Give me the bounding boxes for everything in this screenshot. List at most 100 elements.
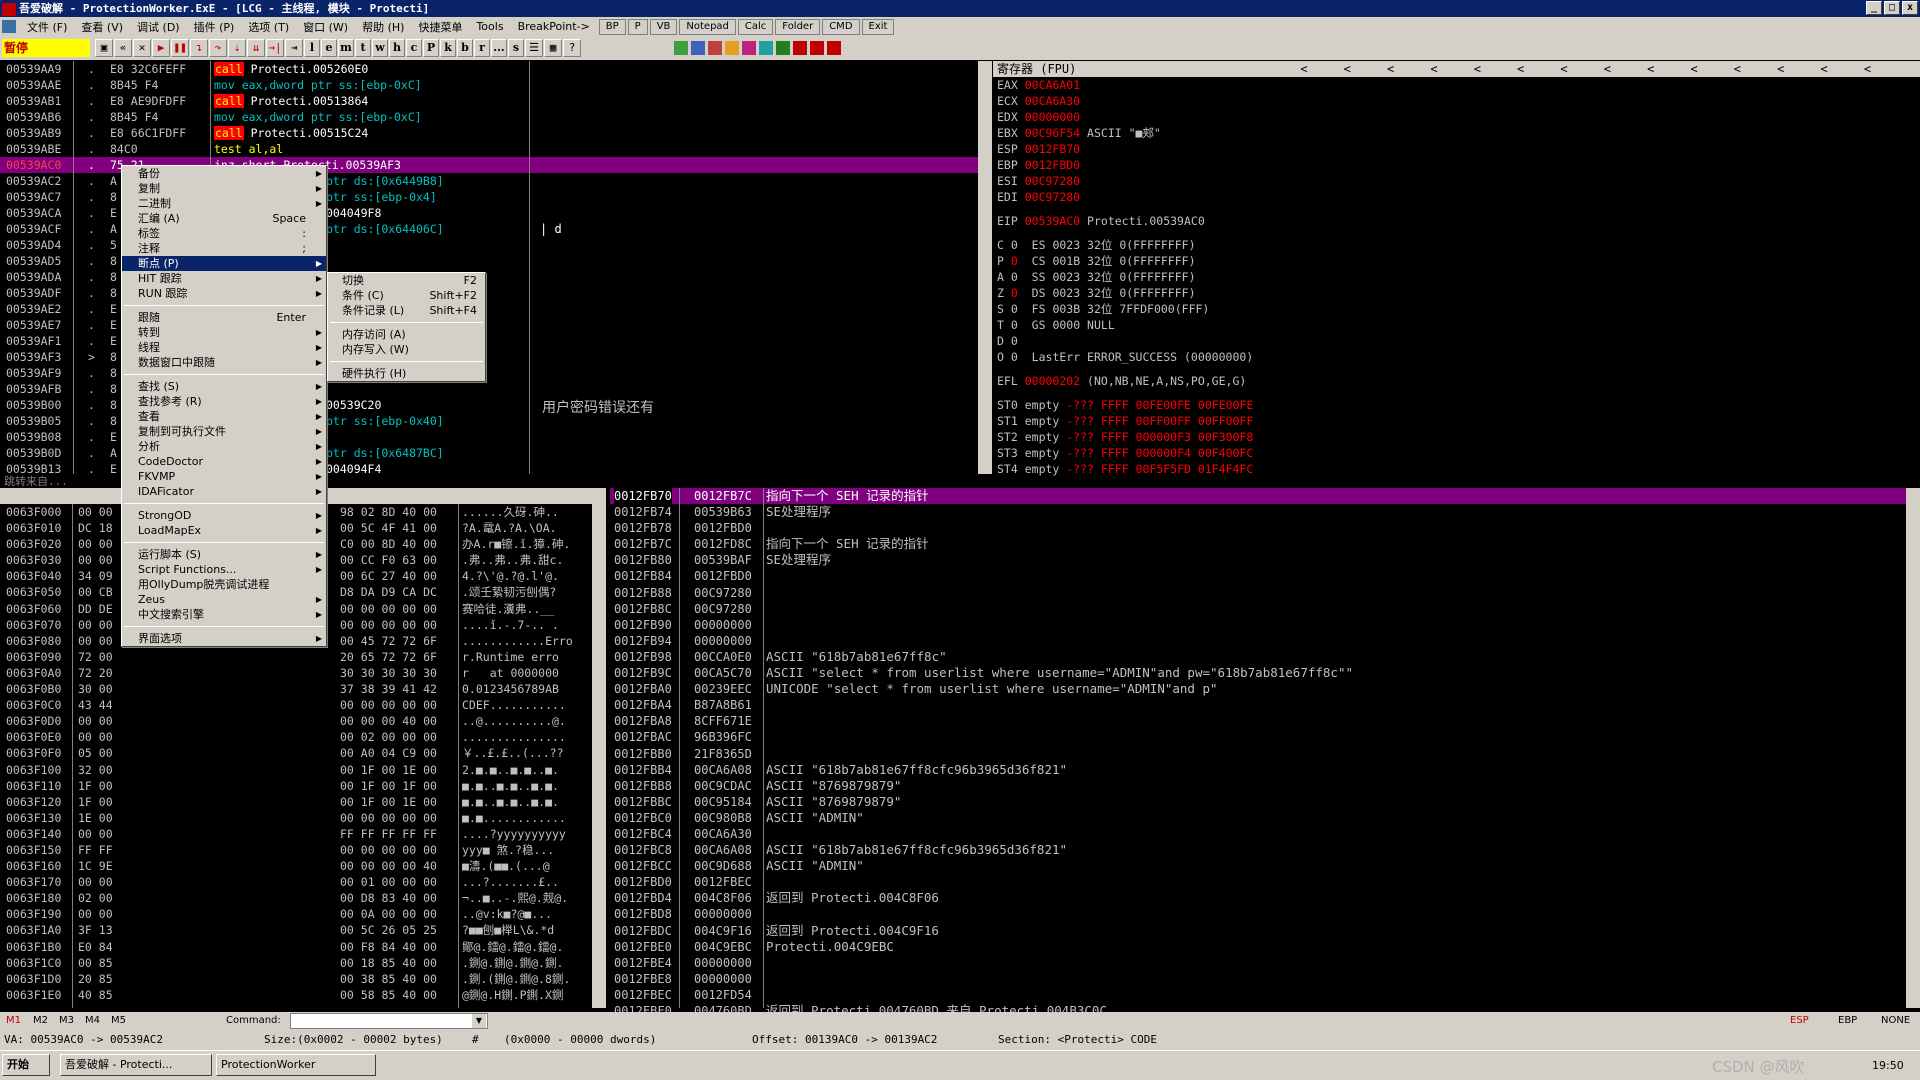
submenu-item[interactable]: 硬件执行 (H) (328, 366, 485, 381)
stack-row[interactable]: 0012FBA0 00239EEC UNICODE "select * from u… (610, 681, 1920, 697)
submenu-item[interactable]: 内存写入 (W) (328, 342, 485, 357)
stack-scrollbar[interactable] (1906, 488, 1920, 1008)
plugin-icon-8[interactable] (793, 41, 807, 55)
quick-p-button[interactable]: P (627, 18, 648, 35)
trace-into-icon[interactable]: ⇣ (228, 39, 246, 57)
plugin-icon-4[interactable] (725, 41, 739, 55)
plugin-icon-1[interactable] (674, 41, 688, 55)
task-olly[interactable]: 吾爱破解 - Protecti... (60, 1054, 212, 1076)
pause-icon[interactable]: ❚❚ (171, 39, 189, 57)
dump-row[interactable]: 0063F1C0 00 85 00 18 85 40 00 .鍘@.鍘@.鍘@.鍘. (4, 955, 604, 971)
dump-row[interactable]: 0063F0C0 43 44 00 00 00 00 00 CDEF.........… (4, 697, 604, 713)
stack-row[interactable]: 0012FBB8 00C9CDAC ASCII "8769879879" (610, 778, 1920, 794)
cmd-tab-m5[interactable]: M5 (111, 1015, 126, 1026)
flag-value[interactable]: 0 (1011, 254, 1018, 268)
dump-row[interactable]: 0063F100 32 00 00 1F 00 1E 00 2.■.■..■.■..■… (4, 762, 604, 778)
flag-value[interactable]: 0 (1011, 286, 1018, 300)
grid-icon[interactable]: ▦ (544, 39, 562, 57)
dump-scrollbar[interactable] (592, 488, 606, 1008)
stack-row[interactable]: 0012FB84 0012FBD0 (610, 568, 1920, 584)
quick-exit-button[interactable]: Exit (861, 18, 895, 35)
stack-row[interactable]: 0012FB9C 00CA5C70 ASCII "select * from use… (610, 665, 1920, 681)
dump-row[interactable]: 0063F090 72 00 20 65 72 72 6F r.Runtime err… (4, 649, 604, 665)
dump-row[interactable]: 0063F170 00 00 00 01 00 00 00 ...?.......£.… (4, 874, 604, 890)
stack-row[interactable]: 0012FBBC 00C95184 ASCII "8769879879" (610, 794, 1920, 810)
reg-value[interactable]: 00C97280 (1025, 174, 1080, 188)
toolbar-c-button[interactable]: c (406, 39, 422, 57)
reg-efl-value[interactable]: 00000202 (1025, 374, 1080, 388)
menu-help[interactable]: 帮助 (H) (355, 19, 411, 35)
stack-row[interactable]: 0012FBD0 0012FBEC (610, 874, 1920, 890)
context-menu-item[interactable]: 查找 (S) ▶ (122, 379, 326, 394)
context-menu-item[interactable]: 注释; (122, 241, 326, 256)
dump-row[interactable]: 0063F190 00 00 00 0A 00 00 00 ..@v:k■?@■... (4, 906, 604, 922)
stack-row[interactable]: 0012FB90 00000000 (610, 617, 1920, 633)
close-button[interactable]: x (1902, 1, 1918, 15)
context-menu-item[interactable]: 线程 ▶ (122, 340, 326, 355)
disasm-row[interactable]: 00539AAE. 8B45 F4 mov eax,dword ptr ss:[eb… (0, 77, 978, 93)
context-menu-item[interactable]: 复制 ▶ (122, 181, 326, 196)
toolbar-e-button[interactable]: e (321, 39, 337, 57)
reg-eip-value[interactable]: 00539AC0 (1025, 214, 1080, 228)
menu-breakpoint[interactable]: BreakPoint-> (511, 20, 597, 33)
cmd-tab-m2[interactable]: M2 (33, 1015, 48, 1026)
stack-row[interactable]: 0012FBCC 00C9D688 ASCII "ADMIN" (610, 858, 1920, 874)
stack-row[interactable]: 0012FBE4 00000000 (610, 955, 1920, 971)
dump-row[interactable]: 0063F1E0 40 85 00 58 85 40 00 @鍘@.H鍘.P鍘.X鍘 (4, 987, 604, 1003)
context-menu-item[interactable]: 数据窗口中跟随 ▶ (122, 355, 326, 370)
close-debug-icon[interactable]: ✕ (133, 39, 151, 57)
stack-row[interactable]: 0012FB74 00539B63 SE处理程序 (610, 504, 1920, 520)
context-menu-item[interactable]: 断点 (P) ▶ (122, 256, 326, 271)
stack-row[interactable]: 0012FBE0 004C9EBC Protecti.004C9EBC (610, 939, 1920, 955)
context-menu-item[interactable]: 界面选项 ▶ (122, 631, 326, 646)
context-menu-item[interactable]: Script Functions... ▶ (122, 562, 326, 577)
step-over-icon[interactable]: ↷ (209, 39, 227, 57)
stack-row[interactable]: 0012FB78 0012FBD0 (610, 520, 1920, 536)
context-menu-item[interactable]: 跟随 Enter (122, 310, 326, 325)
stack-row[interactable]: 0012FBAC 96B396FC (610, 729, 1920, 745)
flag-value[interactable]: 0 (1011, 334, 1018, 348)
toolbar-k-button[interactable]: k (440, 39, 456, 57)
submenu-item[interactable]: 内存访问 (A) (328, 327, 485, 342)
dump-row[interactable]: 0063F0A0 72 20 30 30 30 30 30 r at 0000000 (4, 665, 604, 681)
context-menu-item[interactable]: 分析 ▶ (122, 439, 326, 454)
start-button[interactable]: 开始 (2, 1054, 50, 1076)
open-icon[interactable]: ▣ (95, 39, 113, 57)
menu-file[interactable]: 文件 (F) (20, 19, 74, 35)
context-menu-item[interactable]: 标签: (122, 226, 326, 241)
flag-value[interactable]: 0 (1011, 350, 1018, 364)
stack-row[interactable]: 0012FB98 00CCA0E0 ASCII "618b7ab81e67ff8c" (610, 649, 1920, 665)
execute-till-return-icon[interactable]: →| (266, 39, 284, 57)
registers-pane[interactable]: 寄存器 (FPU) < < < < < < < < < < < < < < EA… (993, 61, 1920, 482)
plugin-icon-3[interactable] (708, 41, 722, 55)
quick-cmd-button[interactable]: CMD (822, 18, 860, 35)
cmd-tab-m4[interactable]: M4 (85, 1015, 100, 1026)
context-menu-item[interactable]: 用OllyDump脱壳调试进程 (122, 577, 326, 592)
dump-row[interactable]: 0063F0F0 05 00 00 A0 04 C9 00 ￥..£.£..(...?… (4, 745, 604, 761)
context-menu-item[interactable]: Zeus ▶ (122, 592, 326, 607)
toolbar-p-button[interactable]: P (423, 39, 439, 57)
flag-value[interactable]: 0 (1011, 270, 1018, 284)
menu-plugins[interactable]: 插件 (P) (187, 19, 242, 35)
context-menu-item[interactable]: 转到 ▶ (122, 325, 326, 340)
stack-row[interactable]: 0012FBC8 00CA6A08 ASCII "618b7ab81e67ff8cf… (610, 842, 1920, 858)
minimize-button[interactable]: _ (1866, 1, 1882, 15)
plugin-icon-2[interactable] (691, 41, 705, 55)
cmd-esp[interactable]: ESP (1790, 1015, 1809, 1026)
command-input[interactable] (290, 1013, 488, 1029)
stack-row[interactable]: 0012FB94 00000000 (610, 633, 1920, 649)
dump-row[interactable]: 0063F1D0 20 85 00 38 85 40 00 .鍘.(鍘@.鍘@.8鍘. (4, 971, 604, 987)
plugin-icon-9[interactable] (810, 41, 824, 55)
dump-row[interactable]: 0063F180 02 00 00 D8 83 40 00 ¬..■..-.熙@.觌@… (4, 890, 604, 906)
context-menu-item[interactable]: 查找参考 (R) ▶ (122, 394, 326, 409)
submenu-item[interactable]: 切换 F2 (328, 273, 485, 288)
menu-view[interactable]: 查看 (V) (74, 19, 130, 35)
menu-tools[interactable]: Tools (469, 20, 510, 33)
stack-row[interactable]: 0012FBA8 8CFF671E (610, 713, 1920, 729)
cmd-none[interactable]: NONE (1881, 1015, 1910, 1026)
submenu-item[interactable]: 条件记录 (L) Shift+F4 (328, 303, 485, 318)
stack-row[interactable]: 0012FBDC 004C9F16 返回到 Protecti.004C9F16 (610, 923, 1920, 939)
reg-value[interactable]: 00000000 (1025, 110, 1080, 124)
disasm-row[interactable]: 00539AB6. 8B45 F4 mov eax,dword ptr ss:[eb… (0, 109, 978, 125)
menu-shortcuts[interactable]: 快捷菜单 (411, 19, 469, 35)
